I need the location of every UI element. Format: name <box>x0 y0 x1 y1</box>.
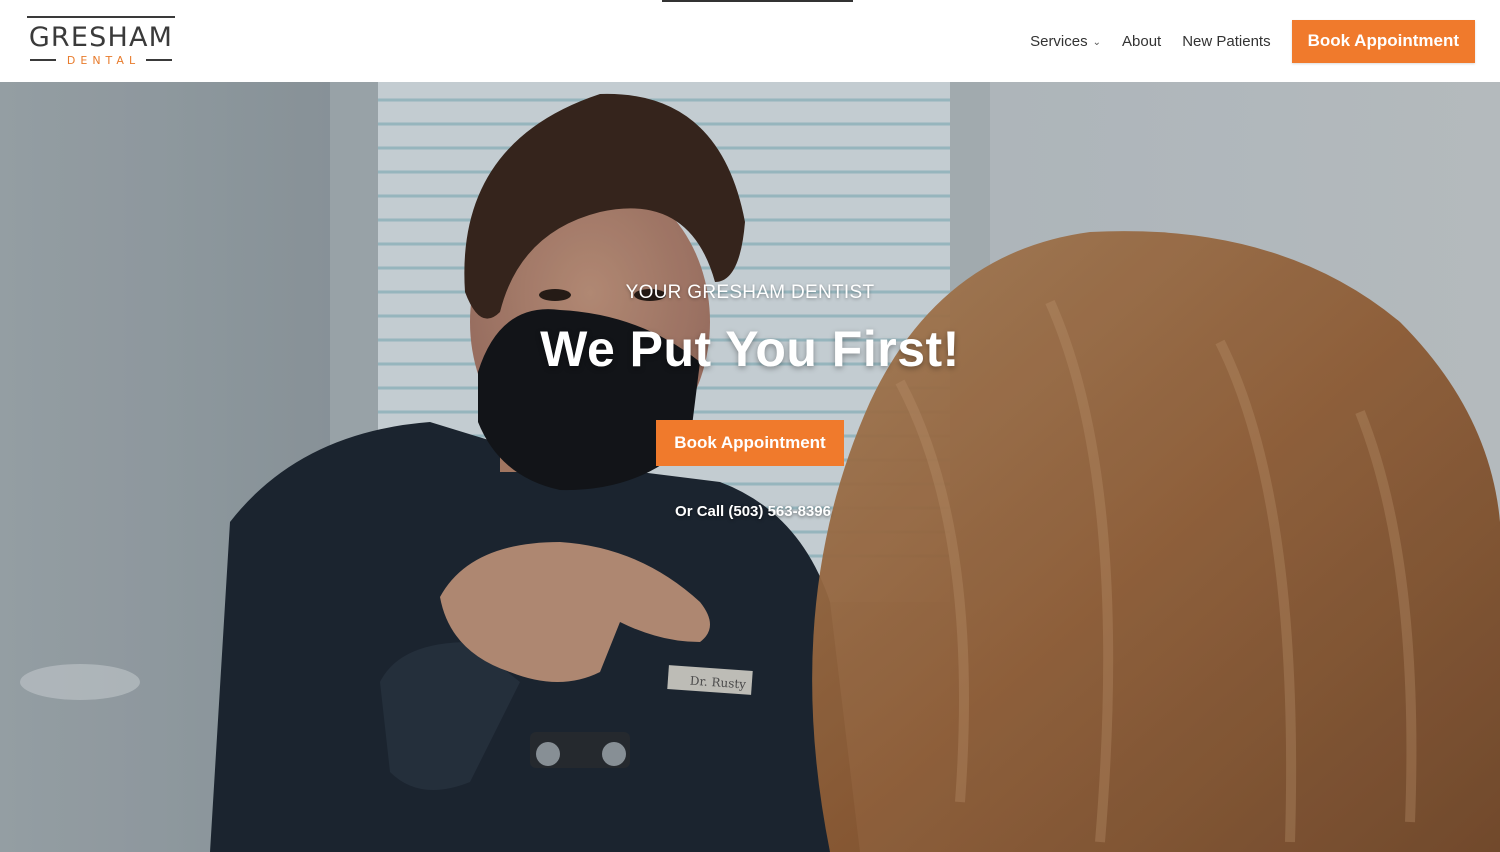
gresham-dental-logo[interactable]: GRESHAM DENTAL <box>26 14 176 68</box>
logo-dash-left <box>29 59 56 61</box>
hero-call-link[interactable]: Or Call (503) 563-8396 <box>0 503 1500 520</box>
nav-item-new-patients[interactable]: New Patients <box>1182 33 1270 50</box>
nav-item-new-patients-label: New Patients <box>1182 32 1271 50</box>
logo-subline: DENTAL <box>26 53 176 67</box>
logo-wordmark: GRESHAM <box>28 22 174 53</box>
nav-item-services[interactable]: Services ⌄ <box>1030 33 1101 50</box>
nav-item-services-label: Services <box>1030 32 1088 50</box>
nav-item-about-label: About <box>1122 32 1162 50</box>
scroll-indicator <box>662 0 853 2</box>
nav-item-about[interactable]: About <box>1122 33 1161 50</box>
hero-content: YOUR GRESHAM DENTIST We Put You First! B… <box>0 82 1500 852</box>
hero-section: Dr. Rusty YOUR GRESHAM DENTIST We Put Yo… <box>0 82 1500 852</box>
logo-rule <box>27 16 175 18</box>
logo-dash-right <box>146 59 173 61</box>
chevron-down-icon: ⌄ <box>1092 36 1102 48</box>
hero-headline: We Put You First! <box>540 321 960 377</box>
hero-eyebrow: YOUR GRESHAM DENTIST <box>625 282 875 303</box>
hero-book-appointment-button[interactable]: Book Appointment <box>656 420 844 466</box>
logo-subtext: DENTAL <box>66 53 141 67</box>
header-book-appointment-button[interactable]: Book Appointment <box>1291 19 1475 63</box>
site-header: GRESHAM DENTAL Services ⌄ About New Pati… <box>0 0 1500 82</box>
main-nav: Services ⌄ About New Patients Book Appoi… <box>1030 0 1500 82</box>
